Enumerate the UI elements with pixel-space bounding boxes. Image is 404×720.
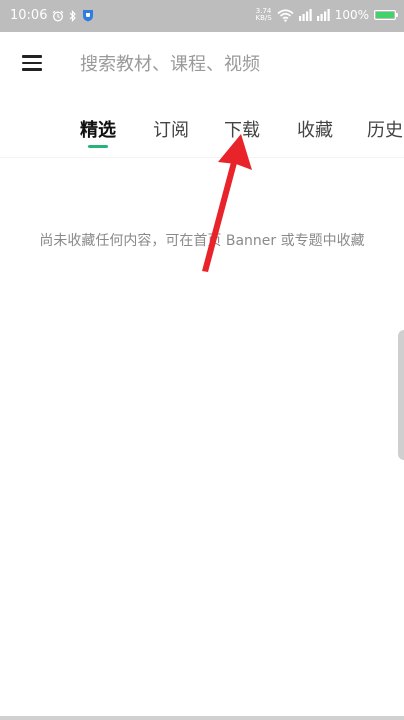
signal-icon — [298, 9, 312, 21]
status-left: 10:06 — [10, 8, 94, 23]
tab-history[interactable]: 历史 — [367, 116, 403, 142]
status-right: 3.74 KB/S 100% — [255, 8, 398, 22]
battery-icon — [374, 10, 398, 20]
status-time: 10:06 — [10, 8, 48, 23]
tab-label: 收藏 — [297, 120, 333, 141]
net-speed-unit: KB/S — [255, 14, 272, 22]
tab-bar: 精选 订阅 下载 收藏 历史 — [0, 96, 404, 158]
tab-label: 历史 — [367, 120, 403, 141]
top-bar — [0, 32, 404, 96]
empty-state-message: 尚未收藏任何内容，可在首页 Banner 或专题中收藏 — [39, 233, 365, 249]
signal-icon-2 — [316, 9, 330, 21]
tab-subscriptions[interactable]: 订阅 — [153, 116, 189, 142]
menu-line — [22, 55, 42, 58]
menu-icon[interactable] — [22, 55, 42, 71]
wifi-icon — [277, 8, 294, 22]
menu-line — [22, 61, 42, 65]
shield-icon — [83, 10, 94, 22]
tab-downloads[interactable]: 下载 — [224, 116, 260, 142]
alarm-icon — [53, 10, 64, 21]
tab-label: 精选 — [80, 120, 116, 141]
edge-scroll-handle[interactable] — [398, 330, 404, 460]
bluetooth-icon — [70, 9, 77, 22]
status-bar: 10:06 3.74 KB/S 100% — [0, 0, 404, 32]
battery-percent: 100% — [334, 8, 369, 22]
bottom-edge — [0, 716, 404, 720]
tab-featured[interactable]: 精选 — [80, 116, 116, 148]
menu-line — [22, 68, 42, 71]
tab-label: 下载 — [224, 120, 260, 141]
battery-fill — [376, 12, 394, 18]
search-input[interactable] — [72, 49, 388, 79]
tab-label: 订阅 — [153, 120, 189, 141]
net-speed: 3.74 KB/S — [255, 8, 271, 22]
arrow-shaft — [202, 162, 237, 272]
active-tab-indicator — [88, 145, 108, 148]
tab-favorites[interactable]: 收藏 — [297, 116, 333, 142]
